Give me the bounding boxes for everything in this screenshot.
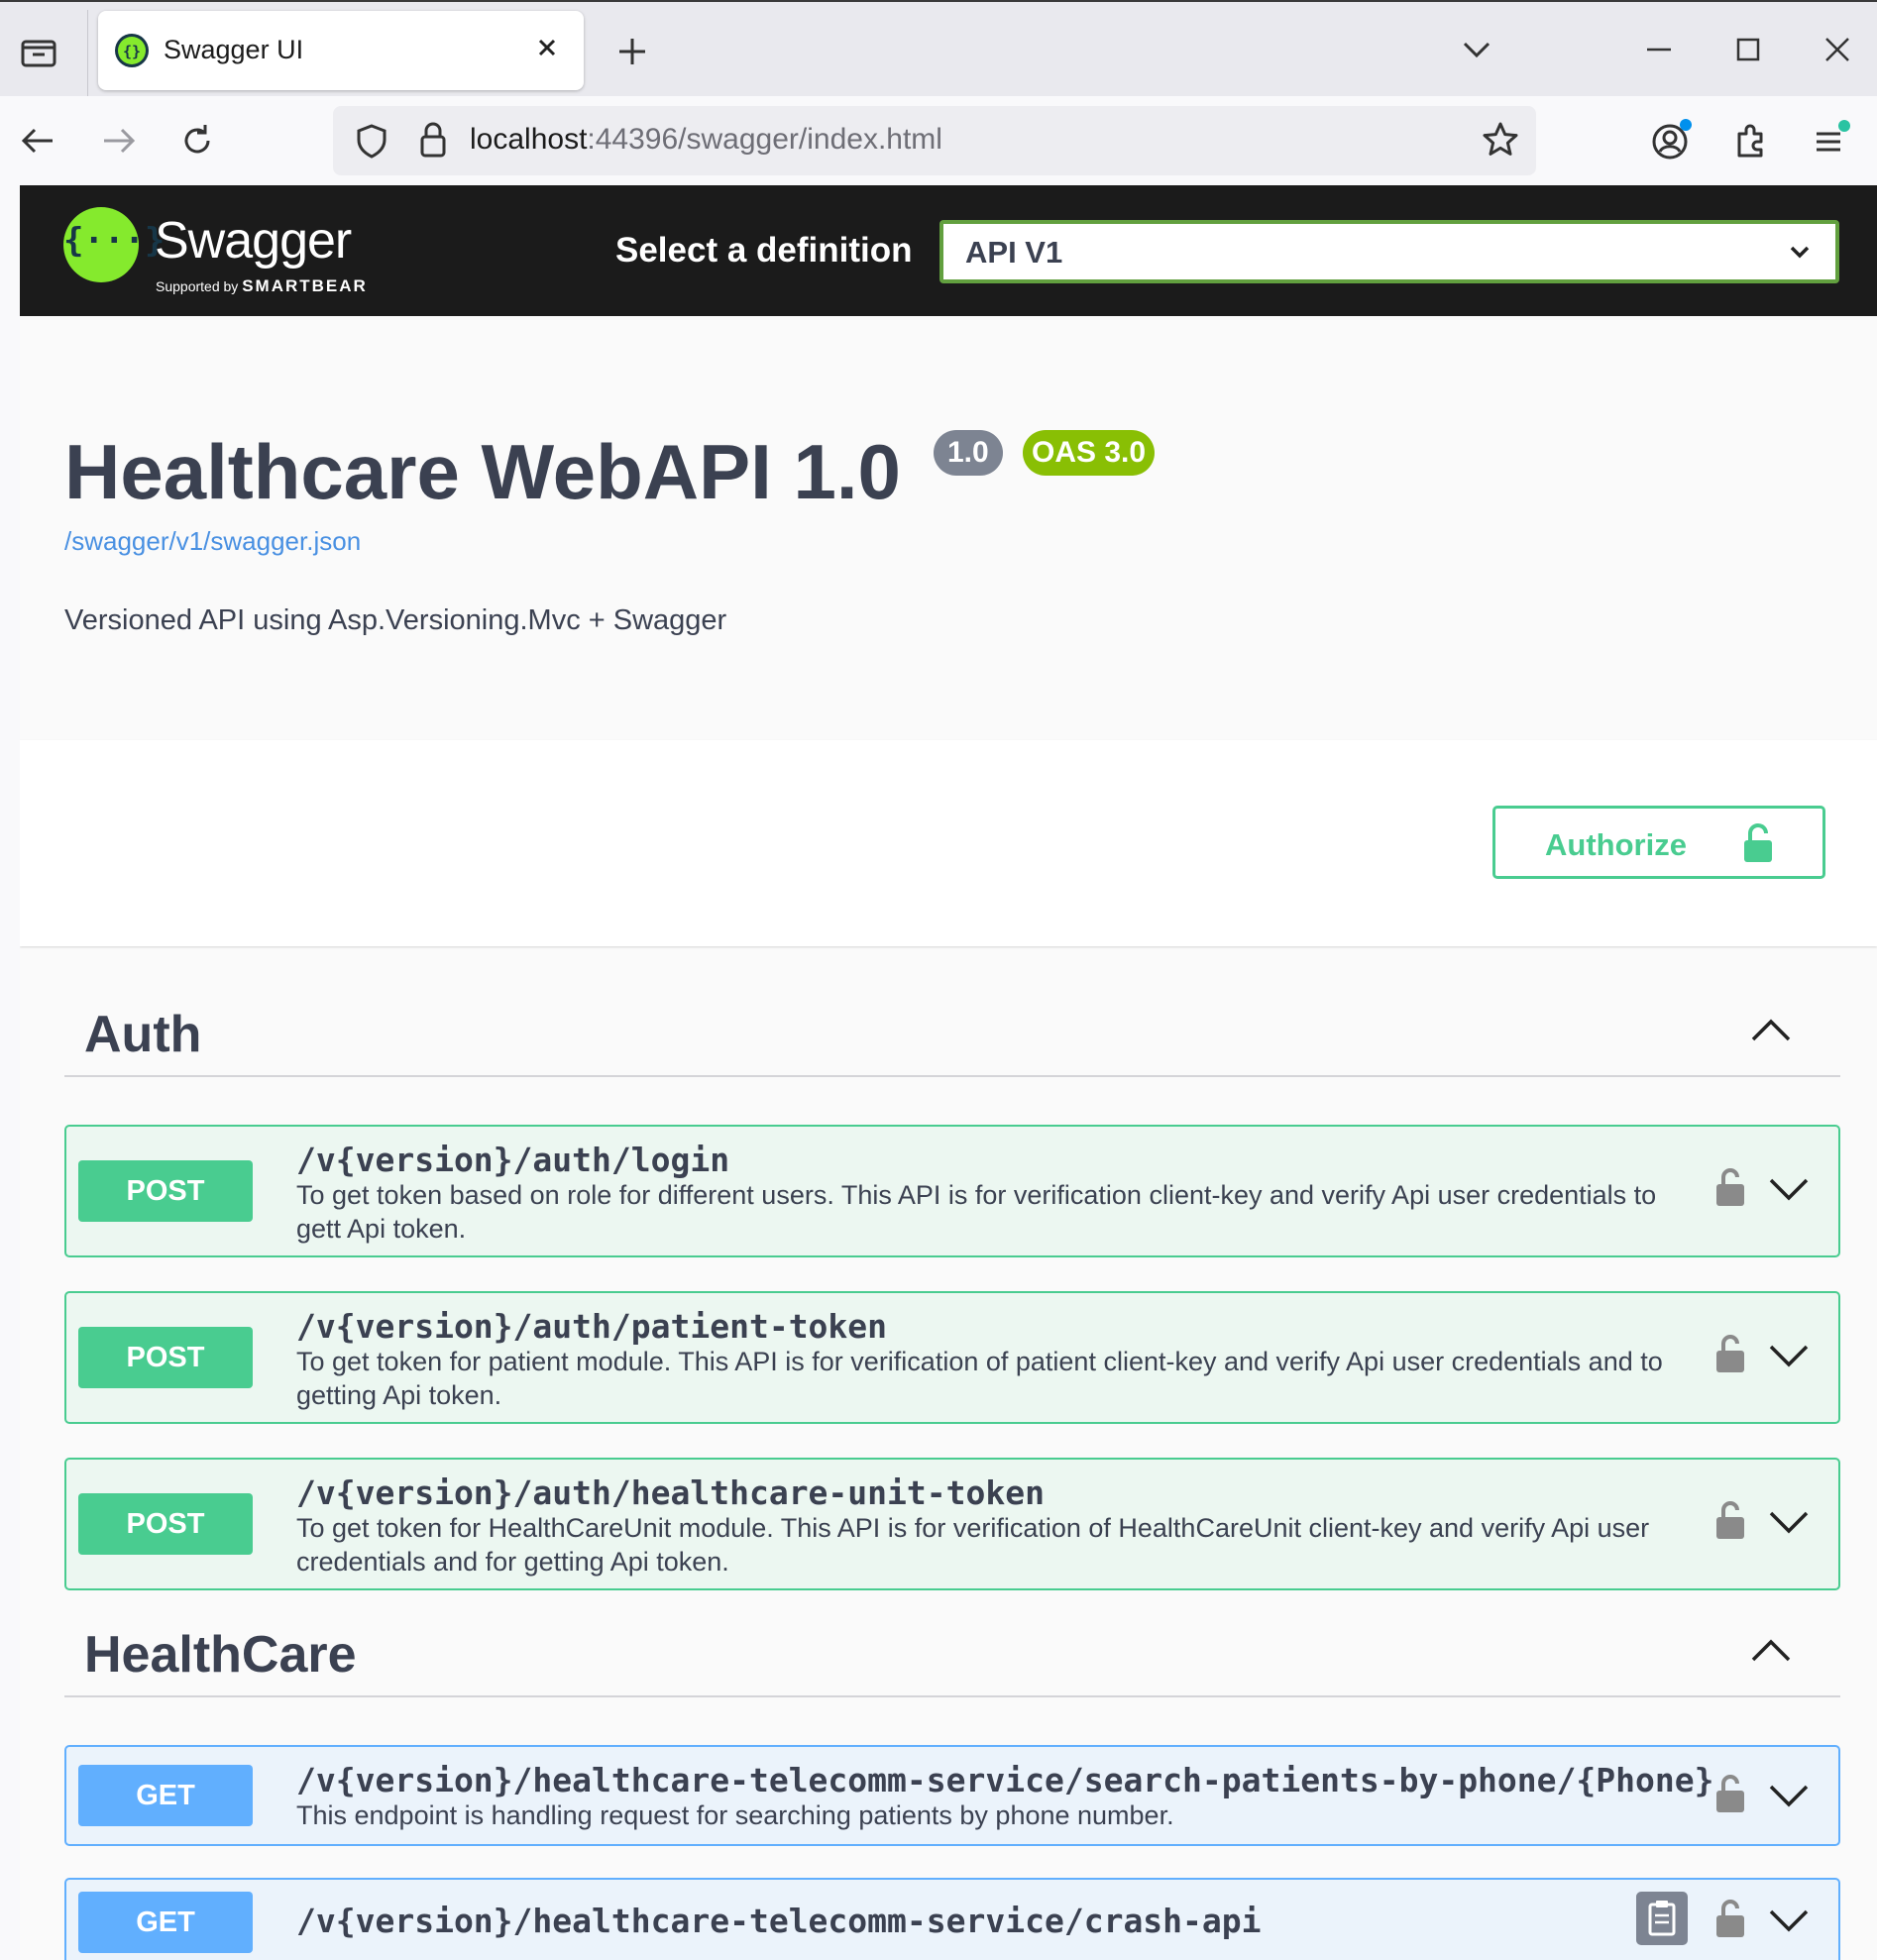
clipboard-icon <box>1648 1901 1676 1936</box>
api-description: Versioned API using Asp.Versioning.Mvc +… <box>64 604 727 636</box>
swagger-topbar: {···} Swagger Supported by SMARTBEAR Sel… <box>20 185 1877 316</box>
url-host: localhost <box>470 123 588 156</box>
scheme-container: Authorize <box>20 740 1877 946</box>
operation-summary: This endpoint is handling request for se… <box>296 1800 1174 1830</box>
chevron-down-icon[interactable] <box>1767 1174 1811 1204</box>
spec-json-link[interactable]: /swagger/v1/swagger.json <box>64 526 361 557</box>
operation-summary: To get token for HealthCareUnit module. … <box>296 1513 1650 1577</box>
tab-list-chevron-down-icon[interactable] <box>1459 32 1494 67</box>
operation-path: /v{version}/auth/login <box>296 1141 730 1179</box>
tag-name: HealthCare <box>84 1626 357 1684</box>
definition-label: Select a definition <box>615 231 913 270</box>
chevron-down-icon[interactable] <box>1767 1341 1811 1370</box>
tab-separator <box>87 10 88 97</box>
swagger-logo-icon[interactable]: {···} <box>63 207 165 282</box>
version-badge: 1.0 <box>934 430 1003 476</box>
authorize-label: Authorize <box>1545 827 1687 862</box>
swagger-page: {···} Swagger Supported by SMARTBEAR Sel… <box>20 185 1877 1960</box>
window-maximize-icon[interactable] <box>1730 32 1766 67</box>
definition-select[interactable]: API V1 <box>939 220 1839 283</box>
chevron-up-icon[interactable] <box>1749 1010 1793 1049</box>
operation-auth-patient-token[interactable]: POST /v{version}/auth/patient-token To g… <box>64 1291 1840 1424</box>
unlocked-icon <box>1744 823 1772 862</box>
operation-path: /v{version}/auth/healthcare-unit-token <box>296 1473 1045 1512</box>
browser-tab-swagger[interactable]: {} Swagger UI <box>98 11 584 90</box>
forward-arrow-icon[interactable] <box>93 116 143 165</box>
operation-path: /v{version}/auth/patient-token <box>296 1307 888 1346</box>
reload-icon[interactable] <box>172 116 222 165</box>
tag-healthcare[interactable]: HealthCare <box>64 1598 1840 1697</box>
method-badge: POST <box>78 1160 253 1222</box>
new-tab-plus-icon[interactable] <box>614 34 650 69</box>
method-badge: GET <box>78 1765 253 1826</box>
operation-search-patients-by-phone[interactable]: GET /v{version}/healthcare-telecomm-serv… <box>64 1745 1840 1846</box>
tab-close-icon[interactable] <box>532 33 562 62</box>
window-minimize-icon[interactable] <box>1641 32 1677 67</box>
operation-path: /v{version}/healthcare-telecomm-service/… <box>296 1902 1262 1940</box>
method-badge: POST <box>78 1493 253 1555</box>
lock-icon[interactable] <box>1713 1773 1747 1814</box>
tag-auth[interactable]: Auth <box>64 978 1840 1077</box>
tracking-shield-icon[interactable] <box>353 122 390 160</box>
api-title: Healthcare WebAPI 1.0 <box>64 428 901 515</box>
browser-tab-bar: {} Swagger UI <box>0 0 1877 97</box>
browser-toolbar: localhost:44396/swagger/index.html <box>0 96 1877 185</box>
url-text[interactable]: localhost:44396/swagger/index.html <box>470 123 942 157</box>
tab-overview-icon[interactable] <box>14 30 63 73</box>
operation-summary: To get token for patient module. This AP… <box>296 1347 1663 1410</box>
operation-auth-healthcare-unit-token[interactable]: POST /v{version}/auth/healthcare-unit-to… <box>64 1458 1840 1590</box>
operation-auth-login[interactable]: POST /v{version}/auth/login To get token… <box>64 1125 1840 1257</box>
address-bar[interactable]: localhost:44396/swagger/index.html <box>333 106 1536 175</box>
lock-icon[interactable] <box>1713 1333 1747 1374</box>
tab-title: Swagger UI <box>164 35 304 64</box>
chevron-down-icon[interactable] <box>1767 1507 1811 1537</box>
chevron-down-icon[interactable] <box>1767 1906 1811 1935</box>
definition-selected-value: API V1 <box>965 235 1063 270</box>
operation-crash-api[interactable]: GET /v{version}/healthcare-telecomm-serv… <box>64 1878 1840 1960</box>
chevron-down-icon <box>1790 246 1810 259</box>
swagger-favicon-icon: {} <box>115 34 149 67</box>
back-arrow-icon[interactable] <box>14 116 63 165</box>
account-icon[interactable] <box>1647 114 1697 165</box>
copy-to-clipboard-button[interactable] <box>1636 1892 1688 1945</box>
lock-icon[interactable] <box>1713 1898 1747 1939</box>
extensions-puzzle-icon[interactable] <box>1726 114 1776 165</box>
app-menu-icon[interactable] <box>1806 114 1855 165</box>
swagger-logo-subtitle: Supported by SMARTBEAR <box>156 276 368 295</box>
lock-icon[interactable] <box>1713 1166 1747 1208</box>
operation-path: /v{version}/healthcare-telecomm-service/… <box>296 1761 1714 1799</box>
lock-icon[interactable] <box>1713 1499 1747 1541</box>
api-info: Healthcare WebAPI 1.0 1.0 OAS 3.0 /swagg… <box>20 316 1877 740</box>
method-badge: GET <box>78 1892 253 1953</box>
window-close-icon[interactable] <box>1820 32 1855 67</box>
chevron-up-icon[interactable] <box>1749 1630 1793 1670</box>
method-badge: POST <box>78 1327 253 1388</box>
bookmark-star-icon[interactable] <box>1481 120 1520 160</box>
authorize-button[interactable]: Authorize <box>1492 806 1825 879</box>
tag-name: Auth <box>84 1006 202 1063</box>
url-path: :44396/swagger/index.html <box>587 123 942 156</box>
operation-summary: To get token based on role for different… <box>296 1180 1657 1244</box>
oas-badge: OAS 3.0 <box>1023 430 1156 476</box>
svg-text:{}: {} <box>123 43 141 60</box>
chevron-down-icon[interactable] <box>1767 1781 1811 1810</box>
site-lock-icon[interactable] <box>414 120 452 160</box>
swagger-logo-text: Swagger <box>155 212 352 270</box>
